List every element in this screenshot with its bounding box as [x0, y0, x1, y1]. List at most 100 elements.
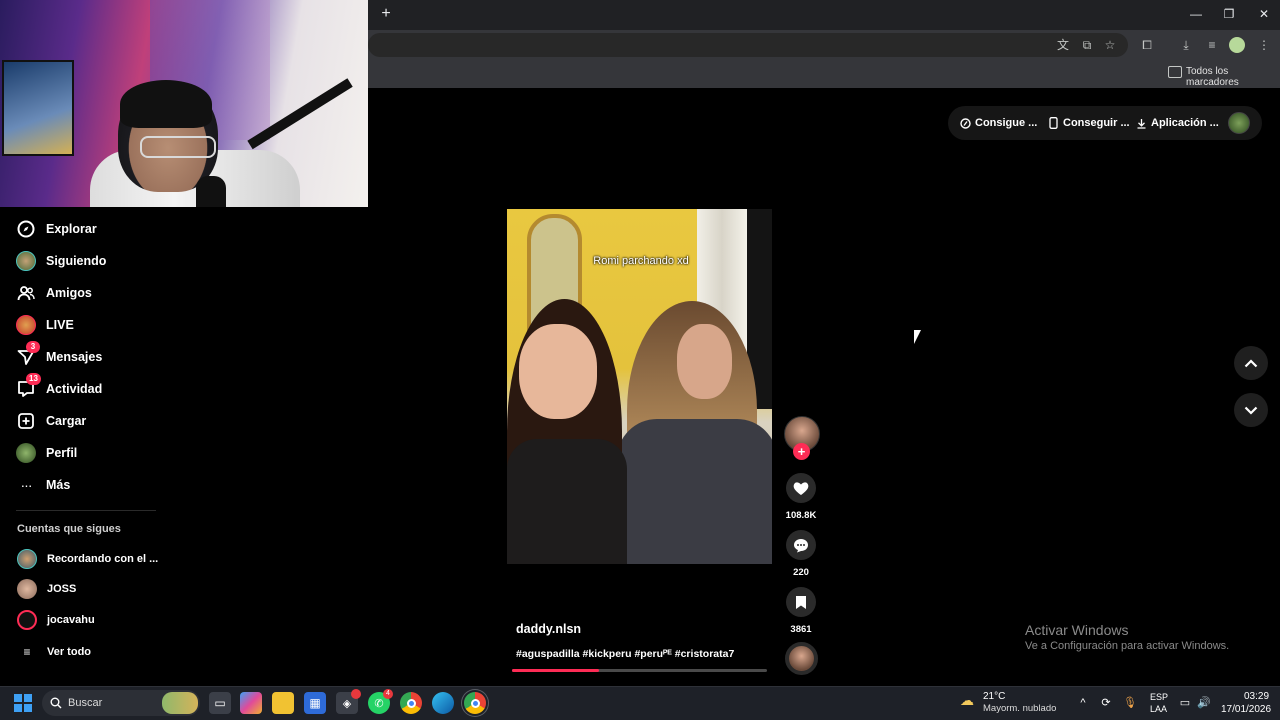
translate-icon[interactable]: 文 [1055, 37, 1071, 53]
edge-icon[interactable] [432, 692, 454, 714]
cast-icon[interactable]: ⧉ [1079, 37, 1095, 53]
file-explorer-icon[interactable] [272, 692, 294, 714]
tray-chevron-up-icon[interactable]: ^ [1075, 695, 1091, 711]
account-name: Recordando con el ... [47, 553, 159, 565]
video-person-1-face [519, 324, 597, 419]
weather-cloud-icon[interactable]: ☁ [960, 692, 978, 710]
save-button[interactable] [786, 587, 816, 617]
app-icon[interactable]: ◈ [336, 689, 361, 714]
get-app-label: Conseguir ... [1063, 117, 1130, 129]
profile-avatar[interactable] [1229, 37, 1245, 53]
video-person-1-body [507, 439, 627, 564]
following-account[interactable]: JOSS [17, 578, 76, 600]
heart-icon [793, 481, 809, 495]
follow-plus-icon[interactable]: + [793, 443, 810, 460]
windows-start-icon[interactable] [14, 694, 32, 712]
clock-time[interactable]: 03:29 [1244, 691, 1269, 702]
get-coins-label: Consigue ... [975, 117, 1038, 129]
avatar [17, 549, 37, 569]
video-person-2-body [617, 419, 772, 564]
video-player[interactable]: Romi parchando xd [507, 209, 772, 564]
folder-icon[interactable] [1168, 66, 1182, 78]
new-tab-plus-icon[interactable]: + [378, 6, 394, 22]
sidebar-item-amigos[interactable]: Amigos [16, 281, 92, 305]
video-hashtags[interactable]: #aguspadilla #kickperu #peruᴾᴱ #cristora… [516, 648, 734, 660]
sidebar-item-mas[interactable]: ··· Más [16, 473, 71, 497]
keyboard-layout[interactable]: LAA [1150, 704, 1167, 714]
list-icon: ≡ [23, 645, 31, 659]
activity-icon: 13 [16, 373, 41, 399]
like-button[interactable] [786, 473, 816, 503]
chrome-icon[interactable] [400, 692, 422, 714]
close-icon[interactable]: ✕ [1256, 6, 1272, 22]
comment-button[interactable] [786, 530, 816, 560]
keyboard-language[interactable]: ESP [1150, 692, 1168, 702]
copilot-icon[interactable] [240, 692, 262, 714]
sidebar-item-live[interactable]: LIVE [16, 313, 74, 337]
sidebar-item-label: Más [46, 478, 71, 492]
extensions-icon[interactable]: ⧠ [1139, 37, 1155, 53]
store-icon[interactable]: ▦ [304, 692, 326, 714]
sidebar-item-perfil[interactable]: Perfil [16, 441, 77, 465]
media-icon[interactable]: ≡ [1204, 37, 1220, 53]
activity-badge: 13 [26, 373, 41, 385]
menu-kebab-icon[interactable]: ⋮ [1256, 37, 1272, 53]
more-icon: ··· [20, 477, 33, 493]
address-bar[interactable] [368, 33, 1128, 57]
sidebar-item-label: Amigos [46, 286, 92, 300]
sidebar-item-label: Cargar [46, 414, 87, 428]
restore-icon[interactable]: ❐ [1221, 6, 1237, 22]
upload-icon [16, 411, 36, 431]
sidebar-item-mensajes[interactable]: 3 Mensajes [16, 341, 103, 369]
sidebar-item-label: LIVE [46, 318, 74, 332]
weather-description[interactable]: Mayorm. nublado [983, 703, 1056, 714]
chevron-down-icon [1244, 406, 1258, 415]
see-all-link[interactable]: ≡ Ver todo [17, 641, 91, 663]
minimize-icon[interactable]: — [1188, 6, 1204, 22]
video-text-overlay: Romi parchando xd [593, 255, 689, 267]
following-account[interactable]: Recordando con el ... [17, 548, 158, 570]
next-video-button[interactable] [1234, 393, 1268, 427]
account-name: jocavahu [47, 614, 95, 626]
sidebar-item-label: Perfil [46, 446, 78, 460]
previous-video-button[interactable] [1234, 346, 1268, 380]
sidebar-item-siguiendo[interactable]: Siguiendo [16, 249, 106, 273]
chrome-active-icon[interactable] [464, 692, 486, 714]
sound-disc-avatar[interactable] [785, 642, 818, 675]
comment-icon [794, 538, 808, 552]
sidebar-item-label: Mensajes [46, 350, 103, 364]
sidebar-item-explorar[interactable]: Explorar [16, 217, 97, 241]
profile-avatar[interactable] [1228, 112, 1250, 134]
downloads-icon[interactable]: ⤓ [1178, 37, 1194, 53]
weather-temp[interactable]: 21°C [983, 691, 1005, 702]
notification-dot [351, 689, 361, 699]
sidebar-item-cargar[interactable]: Cargar [16, 409, 86, 433]
network-icon[interactable]: ▭ [1177, 695, 1193, 711]
volume-icon[interactable]: 🔊 [1196, 695, 1212, 711]
desktop-app-button[interactable]: Aplicación ... [1135, 115, 1219, 131]
sidebar-item-actividad[interactable]: 13 Actividad [16, 373, 102, 401]
phone-icon [1047, 117, 1059, 129]
get-coins-button[interactable]: Consigue ... [959, 115, 1037, 131]
video-person-2-face [677, 324, 732, 399]
avatar [17, 610, 37, 630]
clock-date[interactable]: 17/01/2026 [1221, 704, 1271, 715]
get-app-button[interactable]: Conseguir ... [1047, 115, 1130, 131]
whatsapp-badge: 4 [383, 689, 393, 699]
desktop-app-label: Aplicación ... [1151, 117, 1219, 129]
task-view-icon[interactable]: ▭ [209, 692, 231, 714]
sync-icon[interactable]: ⟳ [1098, 695, 1114, 711]
following-account[interactable]: jocavahu [17, 609, 95, 631]
webcam-overlay [0, 0, 368, 207]
microphone-icon[interactable]: 🎙 [1122, 695, 1138, 711]
windows-activation-title: Activar Windows [1025, 622, 1129, 638]
all-bookmarks-link[interactable]: Todos los marcadores [1186, 66, 1280, 88]
bookmark-star-icon[interactable]: ☆ [1102, 37, 1118, 53]
like-count: 108.8K [785, 510, 817, 521]
avatar [16, 443, 36, 463]
messages-badge: 3 [26, 341, 40, 353]
whatsapp-icon[interactable]: ✆ 4 [368, 689, 393, 714]
video-username[interactable]: daddy.nlsn [516, 622, 581, 636]
search-label: Buscar [68, 697, 103, 709]
download-icon [1135, 117, 1147, 129]
